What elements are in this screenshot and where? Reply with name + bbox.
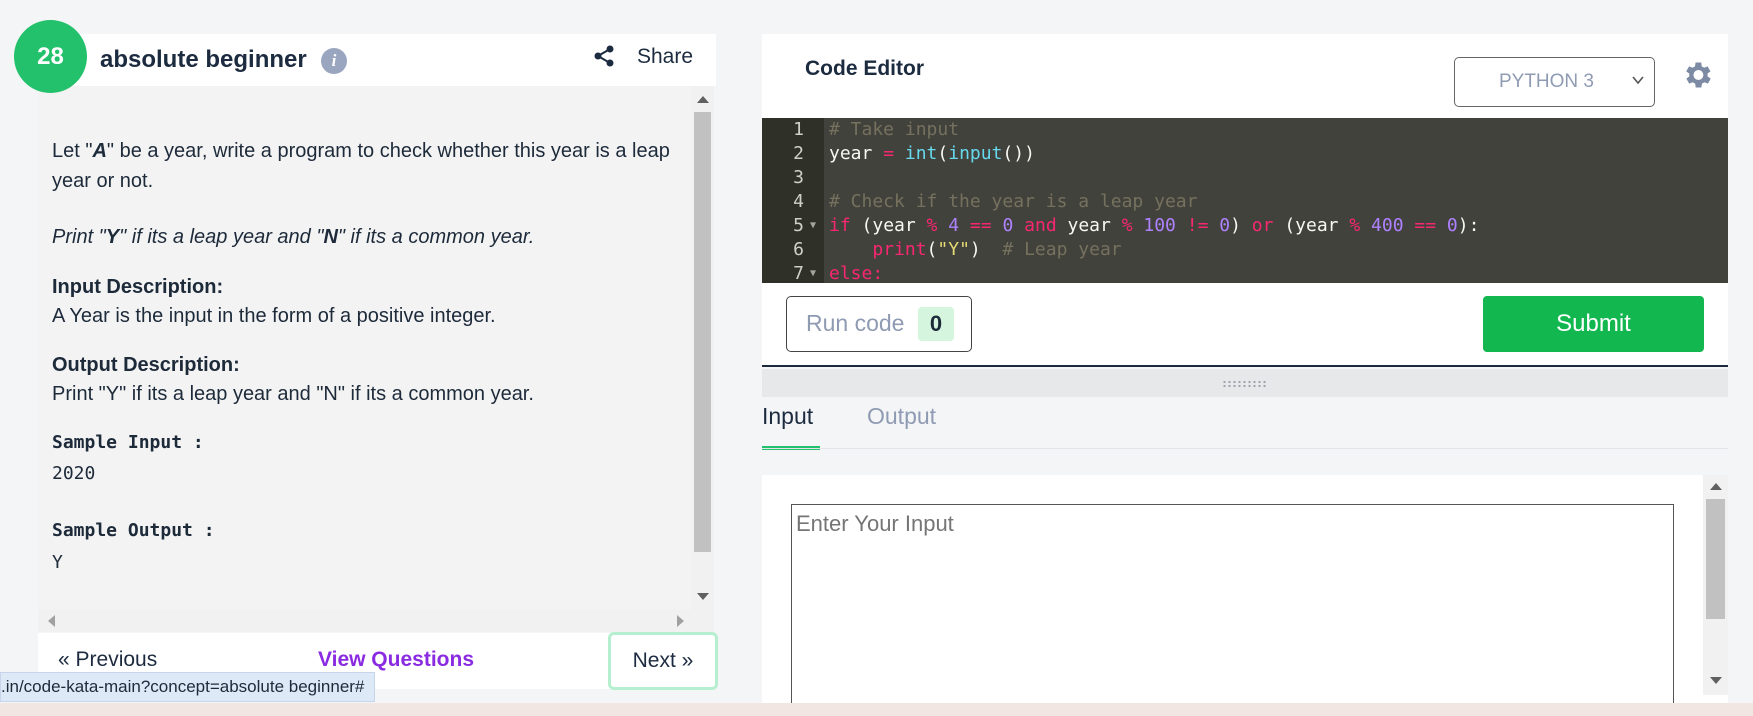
input-scrollbar[interactable] bbox=[1703, 475, 1728, 695]
code-token: ()) bbox=[1002, 143, 1035, 164]
line-number: 7 bbox=[793, 263, 804, 283]
previous-button[interactable]: « Previous bbox=[58, 648, 157, 672]
code-token: 100 bbox=[1143, 215, 1176, 236]
problem-instruction: Print "Y" if its a leap year and "N" if … bbox=[52, 226, 535, 248]
code-token: "Y" bbox=[937, 239, 970, 260]
sample-output-value: Y bbox=[52, 552, 63, 573]
tab-divider bbox=[762, 448, 1728, 449]
line-number: 3 bbox=[793, 167, 804, 188]
code-token: and bbox=[1024, 215, 1057, 236]
tab-output[interactable]: Output bbox=[867, 403, 936, 430]
problem-description: Let "A" be a year, write a program to ch… bbox=[38, 86, 691, 610]
editor-title: Code Editor bbox=[805, 57, 924, 80]
problem-horizontal-scrollbar[interactable] bbox=[38, 610, 714, 632]
level-badge: 28 bbox=[14, 20, 87, 93]
fold-arrow-icon[interactable]: ▼ bbox=[810, 214, 816, 238]
language-select[interactable]: PYTHON 3 bbox=[1454, 57, 1655, 107]
line-number: 5 bbox=[793, 215, 804, 236]
status-bar-url: .in/code-kata-main?concept=absolute begi… bbox=[0, 672, 376, 702]
scroll-down-arrow-icon[interactable] bbox=[1710, 677, 1722, 684]
code-token: != bbox=[1186, 215, 1209, 236]
run-count-badge: 0 bbox=[918, 307, 954, 341]
input-description-heading: Input Description: bbox=[52, 276, 224, 298]
scroll-up-arrow-icon[interactable] bbox=[697, 96, 709, 103]
code-line[interactable]: if (year % 4 == 0 and year % 100 != 0) o… bbox=[829, 214, 1479, 238]
code-token: or bbox=[1251, 215, 1274, 236]
tab-input[interactable]: Input bbox=[762, 403, 813, 430]
code-token: print bbox=[872, 239, 927, 260]
bottom-strip bbox=[0, 703, 1753, 716]
code-token: % bbox=[1121, 215, 1133, 236]
code-line[interactable]: # Check if the year is a leap year bbox=[829, 190, 1197, 214]
problem-vertical-scrollbar[interactable] bbox=[691, 86, 714, 610]
line-number: 4 bbox=[793, 191, 804, 212]
output-description-text: Print "Y" if its a leap year and "N" if … bbox=[52, 383, 534, 405]
code-token: if bbox=[829, 215, 851, 236]
sample-output-heading: Sample Output : bbox=[52, 520, 215, 541]
custom-input-field[interactable] bbox=[791, 504, 1674, 716]
share-icon[interactable] bbox=[592, 44, 616, 68]
problem-statement: Let "A" be a year, write a program to ch… bbox=[52, 140, 670, 192]
scroll-up-arrow-icon[interactable] bbox=[1710, 483, 1722, 490]
scroll-thumb[interactable] bbox=[1706, 499, 1725, 619]
output-description-heading: Output Description: bbox=[52, 354, 240, 376]
drag-grip-icon[interactable] bbox=[1222, 380, 1268, 388]
code-token: 0 bbox=[1002, 215, 1014, 236]
code-line[interactable]: # Take input bbox=[829, 118, 959, 142]
code-token: year bbox=[829, 143, 884, 164]
next-button[interactable]: Next » bbox=[608, 632, 718, 690]
code-token: % bbox=[926, 215, 938, 236]
problem-title: absolute beginner bbox=[100, 46, 307, 73]
sample-input-value: 2020 bbox=[52, 463, 96, 484]
code-token: 0 bbox=[1219, 215, 1231, 236]
code-token: input bbox=[948, 143, 1003, 164]
code-line[interactable]: print("Y") # Leap year bbox=[829, 238, 1122, 262]
code-token: 0 bbox=[1446, 215, 1458, 236]
view-questions-link[interactable]: View Questions bbox=[318, 648, 474, 672]
run-code-button[interactable]: Run code 0 bbox=[786, 296, 972, 352]
code-token: == bbox=[969, 215, 992, 236]
code-token: # Leap year bbox=[1002, 239, 1122, 260]
code-token: int bbox=[904, 143, 938, 164]
chevron-down-icon[interactable] bbox=[1632, 74, 1644, 86]
gear-icon[interactable] bbox=[1680, 58, 1714, 92]
scroll-down-arrow-icon[interactable] bbox=[697, 593, 709, 600]
run-code-label: Run code bbox=[806, 310, 905, 336]
sample-input-heading: Sample Input : bbox=[52, 432, 204, 453]
code-token: ( bbox=[937, 143, 949, 164]
input-description-text: A Year is the input in the form of a pos… bbox=[52, 305, 496, 327]
code-token: == bbox=[1414, 215, 1437, 236]
code-editor[interactable]: 1 2 3 4 5 ▼ 6 7 ▼ # Take input year = in… bbox=[762, 118, 1728, 283]
submit-button[interactable]: Submit bbox=[1483, 296, 1704, 352]
share-button[interactable]: Share bbox=[637, 45, 693, 69]
code-token: 4 bbox=[948, 215, 960, 236]
line-number-gutter: 1 2 3 4 5 ▼ 6 7 ▼ bbox=[762, 118, 824, 283]
code-line[interactable]: year = int(input()) bbox=[829, 142, 1035, 166]
code-token: = bbox=[883, 143, 895, 164]
scroll-left-arrow-icon[interactable] bbox=[48, 615, 55, 627]
scroll-thumb[interactable] bbox=[694, 112, 711, 552]
line-number: 2 bbox=[793, 143, 804, 164]
scroll-right-arrow-icon[interactable] bbox=[677, 615, 684, 627]
line-number: 1 bbox=[793, 119, 804, 140]
line-number: 6 bbox=[793, 239, 804, 260]
code-token: % bbox=[1349, 215, 1361, 236]
fold-arrow-icon[interactable]: ▼ bbox=[810, 262, 816, 283]
code-line[interactable]: else: bbox=[829, 262, 883, 283]
info-icon[interactable]: i bbox=[321, 48, 347, 74]
code-token: 400 bbox=[1371, 215, 1404, 236]
